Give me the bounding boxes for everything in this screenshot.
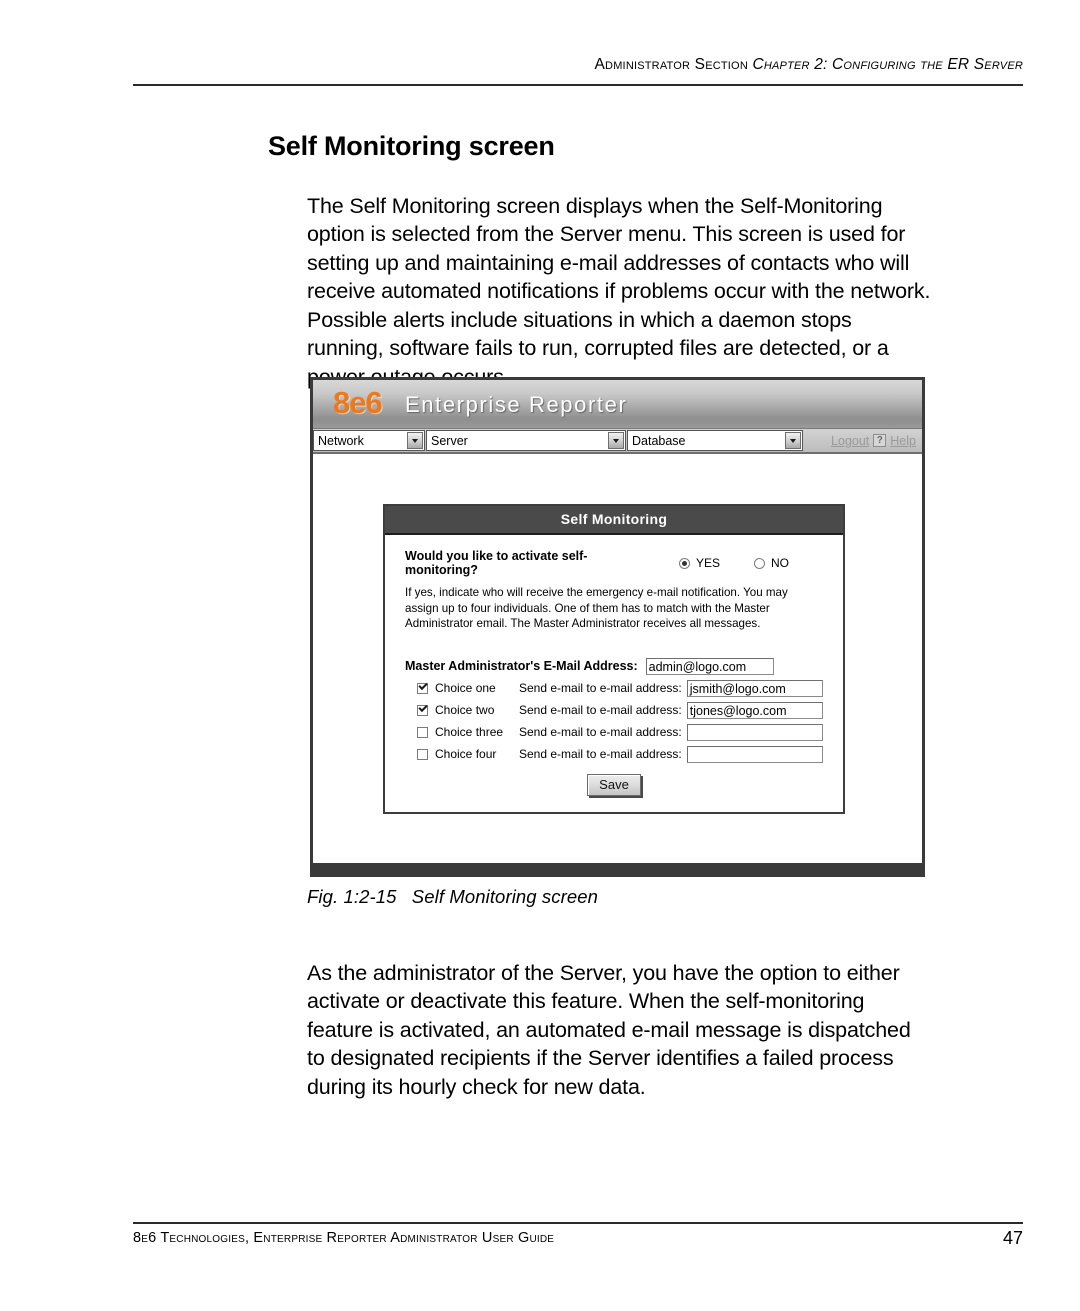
help-link[interactable]: Help xyxy=(890,434,916,448)
choice-two-email-input[interactable]: tjones@logo.com xyxy=(686,701,823,719)
radio-option-yes[interactable]: YES xyxy=(678,556,720,570)
app-content-area: Self Monitoring Would you like to activa… xyxy=(313,454,922,863)
master-email-input[interactable]: admin@logo.com xyxy=(645,657,774,675)
choice-three-label: Choice three xyxy=(435,725,504,740)
activate-question-row: Would you like to activate self-monitori… xyxy=(405,549,823,577)
save-button[interactable]: Save xyxy=(587,773,641,796)
running-header: Administrator Section Chapter 2: Configu… xyxy=(133,56,1023,74)
toolbar-actions: Logout ? Help xyxy=(804,429,922,452)
panel-body: Would you like to activate self-monitori… xyxy=(385,535,843,812)
choice-three-send-label: Send e-mail to e-mail address: xyxy=(519,725,682,740)
app-banner: 8e6 Enterprise Reporter xyxy=(313,380,922,429)
figure-number: Fig. 1:2-15 xyxy=(307,886,397,907)
radio-no-label: NO xyxy=(771,556,789,570)
choice-one-checkbox[interactable] xyxy=(417,682,428,694)
server-menu-label: Server xyxy=(431,433,468,448)
choice-row: Choice two Send e-mail to e-mail address… xyxy=(405,701,823,719)
page-number: 47 xyxy=(1002,1228,1023,1248)
radio-yes-label: YES xyxy=(695,556,720,570)
choice-one-send-label: Send e-mail to e-mail address: xyxy=(519,681,682,696)
database-menu-label: Database xyxy=(632,433,686,448)
panel-instructions: If yes, indicate who will receive the em… xyxy=(405,586,788,631)
panel-title: Self Monitoring xyxy=(385,506,843,535)
choice-four-send-label: Send e-mail to e-mail address: xyxy=(519,747,682,762)
chevron-down-icon[interactable] xyxy=(407,432,423,449)
figure-caption-text: Self Monitoring screen xyxy=(411,886,599,907)
footer-divider xyxy=(133,1222,1023,1224)
chevron-down-icon[interactable] xyxy=(785,432,801,449)
activate-question-label: Would you like to activate self-monitori… xyxy=(405,549,588,577)
network-menu-dropdown[interactable]: Network xyxy=(313,430,425,451)
header-chapter: Chapter 2: Configuring the ER Server xyxy=(752,56,1023,73)
database-menu-dropdown[interactable]: Database xyxy=(627,430,803,451)
choice-two-label: Choice two xyxy=(435,703,495,718)
choice-row: Choice one Send e-mail to e-mail address… xyxy=(405,679,823,697)
choice-four-email-input[interactable] xyxy=(686,745,823,763)
brand-logo: 8e6 xyxy=(333,385,383,420)
choice-three-checkbox[interactable] xyxy=(417,726,428,738)
network-menu-label: Network xyxy=(318,433,364,448)
logout-link[interactable]: Logout xyxy=(831,434,869,448)
intro-paragraph: The Self Monitoring screen displays when… xyxy=(307,193,931,390)
master-email-label: Master Administrator's E-Mail Address: xyxy=(405,659,638,674)
outro-paragraph: As the administrator of the Server, you … xyxy=(307,960,911,1099)
figure-screenshot: 8e6 Enterprise Reporter Network Server D… xyxy=(310,377,925,877)
help-icon[interactable]: ? xyxy=(873,434,887,447)
radio-option-no[interactable]: NO xyxy=(754,556,789,570)
choice-one-email-input[interactable]: jsmith@logo.com xyxy=(686,679,823,697)
footer-text: 8e6 Technologies, Enterprise Reporter Ad… xyxy=(133,1230,555,1246)
server-menu-dropdown[interactable]: Server xyxy=(426,430,626,451)
choice-four-checkbox[interactable] xyxy=(417,748,428,760)
choice-four-label: Choice four xyxy=(435,747,497,762)
radio-no-indicator[interactable] xyxy=(754,557,765,569)
choice-row: Choice three Send e-mail to e-mail addre… xyxy=(405,723,823,741)
header-section: Administrator Section xyxy=(594,56,748,73)
choice-two-send-label: Send e-mail to e-mail address: xyxy=(519,703,682,718)
choice-row: Choice four Send e-mail to e-mail addres… xyxy=(405,745,823,763)
radio-yes-indicator[interactable] xyxy=(678,557,690,569)
app-toolbar: Network Server Database Logout ? Help xyxy=(313,429,922,454)
choice-three-email-input[interactable] xyxy=(686,723,823,741)
choice-two-checkbox[interactable] xyxy=(417,704,428,716)
save-button-row: Save xyxy=(405,773,823,796)
figure-caption: Fig. 1:2-15 Self Monitoring screen xyxy=(307,886,598,908)
product-name: Enterprise Reporter xyxy=(405,392,628,417)
master-email-row: Master Administrator's E-Mail Address: a… xyxy=(405,657,823,675)
self-monitoring-panel: Self Monitoring Would you like to activa… xyxy=(383,504,845,814)
chevron-down-icon[interactable] xyxy=(608,432,624,449)
choice-one-label: Choice one xyxy=(435,681,496,696)
header-divider xyxy=(133,84,1023,86)
page-title: Self Monitoring screen xyxy=(268,131,555,162)
